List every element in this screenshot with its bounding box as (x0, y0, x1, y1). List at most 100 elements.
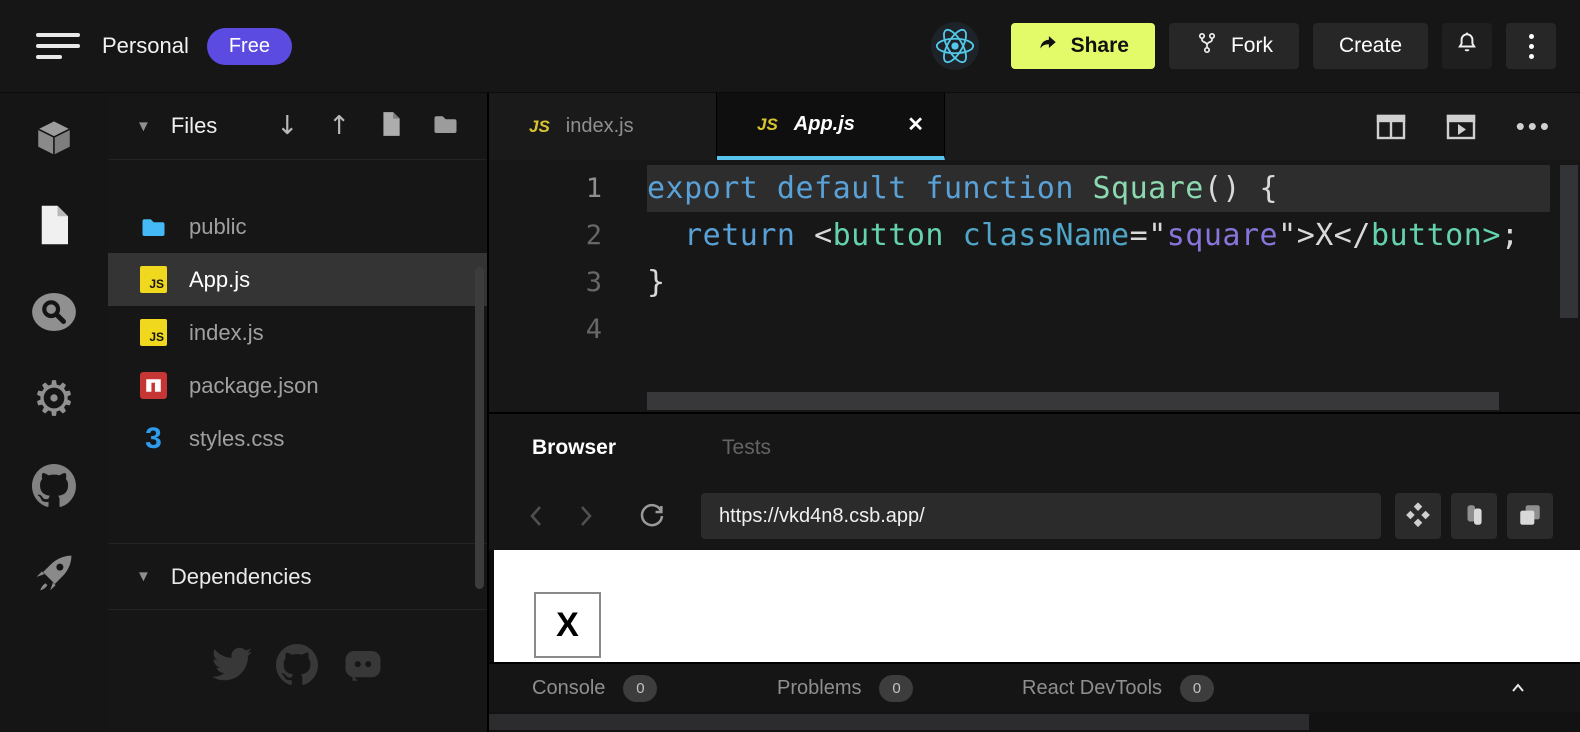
code-editor[interactable]: 1export default function Square() {2 ret… (489, 160, 1580, 412)
status-count-badge: 0 (623, 675, 657, 702)
editor-and-preview-column: JS index.js JS App.js ✕ ••• 1 export defa… (487, 93, 1580, 732)
line-number: 2 (489, 220, 602, 251)
github-icon[interactable] (276, 644, 318, 691)
new-folder-icon[interactable] (432, 112, 459, 141)
notifications-button[interactable] (1442, 23, 1492, 69)
header-actions: Share Fork Create (931, 22, 1580, 70)
file-name: styles.css (189, 426, 284, 452)
file-name: index.js (189, 320, 264, 346)
line-number: 3 (489, 267, 602, 298)
github-icon[interactable] (31, 463, 77, 509)
chevron-down-icon[interactable]: ▼ (136, 118, 151, 135)
url-input[interactable] (701, 493, 1381, 539)
react-logo-icon[interactable] (931, 22, 979, 70)
create-button[interactable]: Create (1313, 23, 1428, 69)
tab-index-js[interactable]: JS index.js (489, 93, 717, 160)
chevron-down-icon[interactable]: ▼ (136, 568, 151, 585)
search-icon[interactable] (31, 289, 77, 335)
upload-icon[interactable]: ↑ (328, 111, 350, 141)
status-bar: Console 0 Problems 0 React DevTools 0 (489, 662, 1580, 712)
npm-file-icon (140, 372, 167, 399)
file-row-package-json[interactable]: package.json (108, 359, 487, 412)
fork-icon (1195, 31, 1219, 61)
collapse-panel-icon[interactable] (1506, 676, 1530, 700)
back-icon[interactable] (525, 502, 549, 530)
browser-toolbar (489, 482, 1580, 550)
js-file-icon: JS (529, 117, 550, 137)
menu-icon[interactable] (36, 26, 80, 66)
forward-icon[interactable] (573, 502, 597, 530)
fork-button[interactable]: Fork (1169, 23, 1299, 69)
status-item-problems[interactable]: Problems 0 (777, 675, 1022, 702)
css-file-icon: 3 (140, 425, 167, 452)
file-row-App-js[interactable]: JS App.js (108, 253, 487, 306)
share-button[interactable]: Share (1011, 23, 1155, 69)
copy-columns-icon (1461, 502, 1487, 531)
js-file-icon: JS (140, 319, 167, 346)
sandbox-box-icon[interactable] (31, 115, 77, 161)
social-links (108, 644, 487, 691)
file-explorer: ▼ Files ↓ ↑ public JS App.js JS (108, 93, 487, 732)
js-file-icon: JS (140, 266, 167, 293)
editor-vertical-scrollbar[interactable] (1560, 165, 1578, 318)
kebab-icon (1529, 34, 1534, 59)
square-button[interactable]: X (534, 592, 601, 658)
gear-icon[interactable]: ⚙ (31, 376, 77, 422)
folder-icon (140, 213, 167, 240)
code-line-2[interactable]: 2 return <button className="square">X</b… (489, 212, 1580, 259)
app-preview: X (489, 550, 1580, 662)
editor-horizontal-scrollbar[interactable] (647, 392, 1580, 410)
preview-window-icon[interactable] (1446, 114, 1476, 140)
preview-tab-bar: Browser Tests (489, 412, 1580, 482)
tab-tests[interactable]: Tests (722, 436, 771, 460)
more-options-button[interactable] (1506, 23, 1556, 69)
plan-badge: Free (207, 28, 292, 65)
code-line-1[interactable]: 1 export default function Square() { (489, 165, 1580, 212)
download-icon[interactable]: ↓ (276, 111, 298, 141)
top-header: Personal Free Share (0, 0, 1580, 93)
code-text: } (647, 259, 1550, 306)
file-row-public[interactable]: public (108, 200, 487, 253)
close-tab-icon[interactable]: ✕ (907, 112, 924, 137)
file-row-styles-css[interactable]: 3 styles.css (108, 412, 487, 465)
twitter-icon[interactable] (212, 644, 252, 691)
files-panel-icon[interactable] (31, 202, 77, 248)
file-row-index-js[interactable]: JS index.js (108, 306, 487, 359)
status-count-badge: 0 (1180, 675, 1214, 702)
status-item-console[interactable]: Console 0 (532, 675, 777, 702)
status-label: React DevTools (1022, 677, 1162, 700)
status-count-badge: 0 (879, 675, 913, 702)
duplicate-preview-button[interactable] (1451, 493, 1497, 539)
diamonds-icon (1405, 502, 1431, 531)
status-item-react-devtools[interactable]: React DevTools 0 (1022, 675, 1267, 702)
tab-browser[interactable]: Browser (532, 436, 616, 460)
code-text: export default function Square() { (647, 165, 1550, 212)
line-number: 4 (489, 314, 602, 345)
preview-actions-button[interactable] (1395, 493, 1441, 539)
editor-more-icon[interactable]: ••• (1516, 111, 1552, 142)
dependencies-section-header[interactable]: ▼ Dependencies (108, 543, 487, 610)
discord-icon[interactable] (342, 644, 384, 691)
status-label: Problems (777, 677, 861, 700)
explorer-scrollbar[interactable] (475, 267, 484, 589)
status-label: Console (532, 677, 605, 700)
line-number: 1 (489, 173, 602, 204)
editor-tab-bar: JS index.js JS App.js ✕ ••• (489, 93, 1580, 160)
refresh-icon[interactable] (637, 501, 667, 531)
stacked-windows-icon (1517, 502, 1543, 531)
js-file-icon: JS (757, 115, 778, 135)
code-line-3[interactable]: 3} (489, 259, 1580, 306)
code-line-4[interactable]: 4 (489, 306, 1580, 353)
workspace-name[interactable]: Personal (102, 33, 189, 59)
split-view-icon[interactable] (1376, 114, 1406, 140)
open-in-new-window-button[interactable] (1507, 493, 1553, 539)
activity-bar: ⚙ (0, 93, 108, 732)
code-text: return <button className="square">X</but… (647, 212, 1550, 259)
bottom-scrollbar[interactable] (489, 712, 1580, 732)
files-title: Files (171, 113, 217, 139)
new-file-icon[interactable] (380, 111, 402, 142)
rocket-icon[interactable] (31, 550, 77, 596)
file-tree: public JS App.js JS index.js package.jso… (108, 160, 487, 465)
files-section-header[interactable]: ▼ Files ↓ ↑ (108, 93, 487, 160)
tab-app-js[interactable]: JS App.js ✕ (717, 93, 945, 160)
